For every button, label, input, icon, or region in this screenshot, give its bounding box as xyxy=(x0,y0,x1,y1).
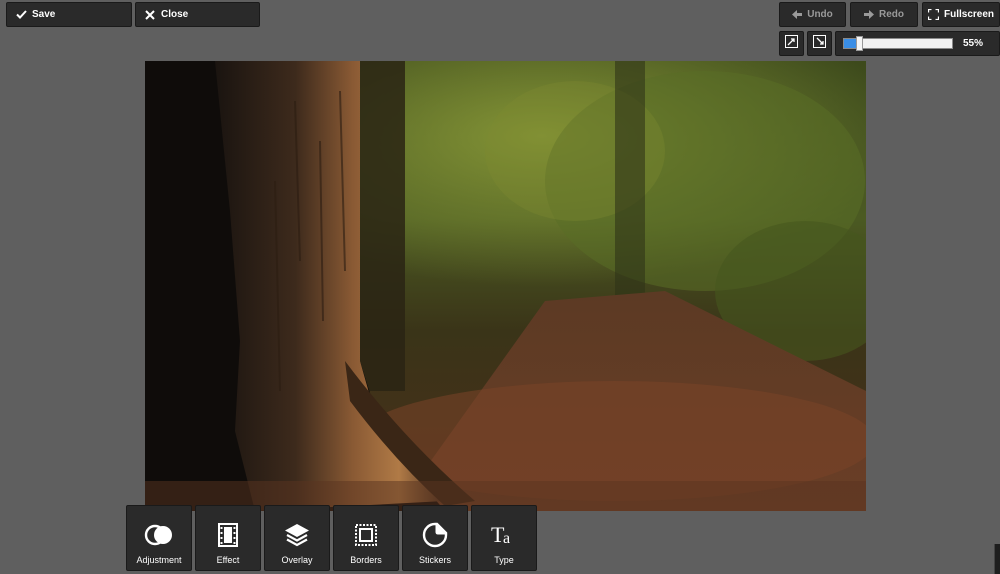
undo-button[interactable]: Undo xyxy=(779,2,846,27)
type-icon: T a xyxy=(490,519,518,551)
sticker-icon xyxy=(422,519,448,551)
close-button[interactable]: Close xyxy=(135,2,260,27)
tool-label: Effect xyxy=(216,555,240,565)
tool-effect[interactable]: Effect xyxy=(195,505,261,571)
zoom-value: 55% xyxy=(962,38,983,49)
redo-label: Redo xyxy=(879,9,904,20)
layers-icon xyxy=(284,519,310,551)
svg-text:a: a xyxy=(503,530,510,547)
redo-button[interactable]: Redo xyxy=(850,2,918,27)
arrow-left-icon xyxy=(792,10,803,19)
zoom-slider-handle[interactable] xyxy=(856,36,864,51)
tool-label: Borders xyxy=(350,555,382,565)
tool-label: Overlay xyxy=(281,555,313,565)
tool-adjustment[interactable]: Adjustment xyxy=(126,505,192,571)
zoom-slider[interactable] xyxy=(843,36,953,51)
fullscreen-label: Fullscreen xyxy=(943,9,995,20)
tool-stickers[interactable]: Stickers xyxy=(402,505,468,571)
save-button[interactable]: Save xyxy=(6,2,132,27)
zoom-fit-icon xyxy=(785,34,798,53)
close-icon xyxy=(143,9,157,20)
save-label: Save xyxy=(32,9,56,20)
tool-overlay[interactable]: Overlay xyxy=(264,505,330,571)
checkmark-icon xyxy=(14,10,28,19)
tool-label: Stickers xyxy=(418,555,451,565)
tool-label: Type xyxy=(494,555,514,565)
zoom-original-icon xyxy=(813,34,826,53)
fullscreen-icon xyxy=(927,9,939,20)
arrow-right-icon xyxy=(864,10,874,19)
close-label: Close xyxy=(161,9,189,20)
fullscreen-button[interactable]: Fullscreen xyxy=(922,2,1000,27)
frame-icon xyxy=(354,519,378,551)
film-icon xyxy=(218,519,238,551)
photo-editor: Save Close Undo Redo Fullscreen 55% Adju… xyxy=(0,0,1000,574)
zoom-fit-button[interactable] xyxy=(779,31,804,56)
zoom-original-button[interactable] xyxy=(807,31,832,56)
tool-bar: Adjustment Effect Overlay Borders Sticke… xyxy=(126,505,540,571)
scrollbar[interactable] xyxy=(994,544,1000,574)
tool-borders[interactable]: Borders xyxy=(333,505,399,571)
tool-label: Adjustment xyxy=(136,555,182,565)
adjustment-icon xyxy=(144,519,174,551)
tool-type[interactable]: T a Type xyxy=(471,505,537,571)
undo-label: Undo xyxy=(807,9,833,20)
photo-canvas[interactable] xyxy=(145,61,866,511)
forest-photo xyxy=(145,61,866,511)
zoom-panel: 55% xyxy=(835,31,1000,56)
